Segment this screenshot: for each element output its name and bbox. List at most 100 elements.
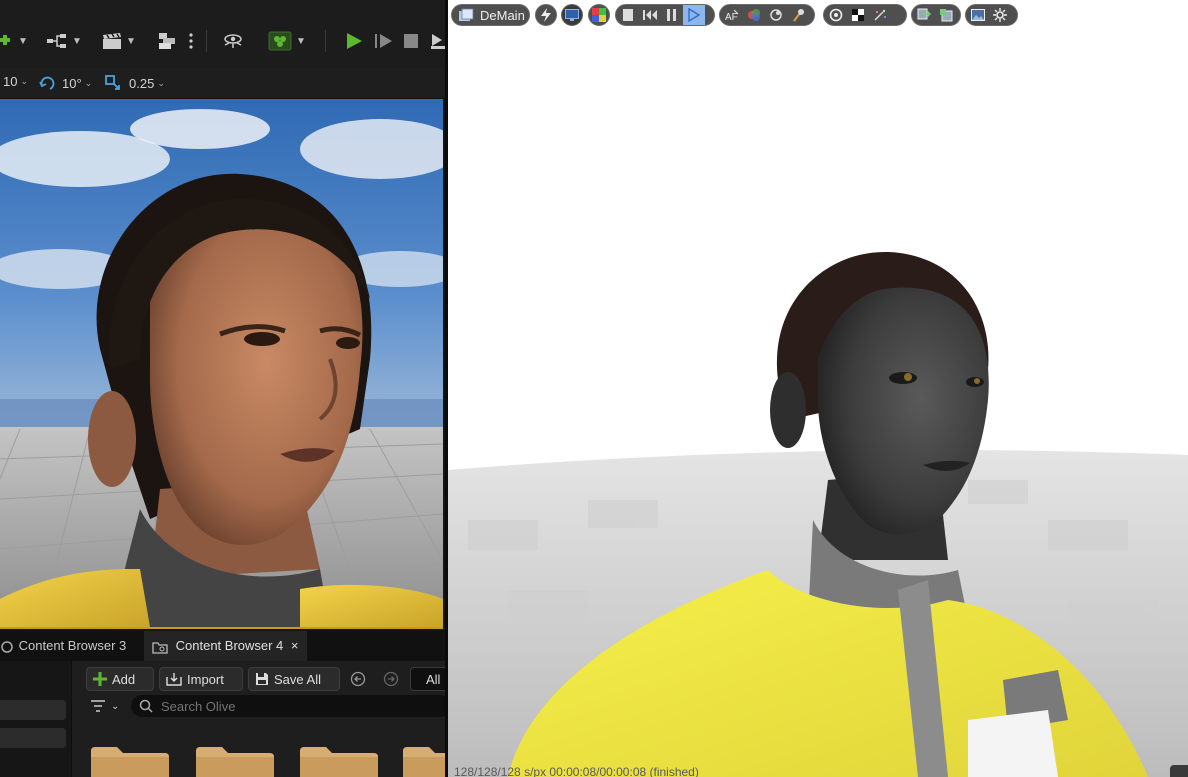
eject-icon (431, 34, 445, 49)
scale-snap-icon (105, 75, 120, 90)
chevron-down-icon: ⌄ (157, 77, 165, 88)
path-breadcrumb-all[interactable]: All (410, 667, 445, 691)
add-actor-icon (0, 35, 10, 45)
platforms-button[interactable]: ▼ (268, 28, 306, 54)
bucket-button[interactable] (869, 5, 891, 25)
path-label: All (426, 672, 441, 687)
play-icon (347, 33, 362, 49)
folder-icon[interactable] (196, 745, 274, 777)
lock-view-button[interactable] (825, 5, 847, 25)
chevron-down-icon: ⌄ (20, 76, 29, 86)
color-picker-button[interactable] (743, 5, 765, 25)
render-window-toolbar: DeMain AF (448, 0, 1188, 32)
more-options-button[interactable] (188, 28, 194, 54)
level-viewport[interactable] (0, 99, 443, 629)
folder-icon[interactable] (300, 745, 378, 777)
material-picker-button[interactable] (787, 5, 809, 25)
platforms-icon (268, 31, 292, 51)
chevron-down-icon: ⌄ (111, 700, 120, 712)
content-browser-icon (1, 640, 13, 653)
checker-button[interactable] (847, 5, 869, 25)
scale-snap-value: 0.25 (129, 75, 155, 91)
tab-content-browser-4[interactable]: Content Browser 4 × (144, 631, 307, 661)
render-settings-group: AF (719, 4, 815, 26)
sidebar-item[interactable] (0, 700, 66, 720)
chevron-down-icon: ⌄ (84, 77, 93, 88)
folder-icon[interactable] (403, 745, 445, 777)
color-button[interactable] (588, 4, 610, 26)
start-render-button[interactable] (683, 5, 705, 25)
window-icon (459, 8, 474, 21)
forward-button[interactable] (383, 671, 399, 692)
sparkle-icon (874, 9, 886, 21)
toolbar-divider (206, 30, 207, 52)
back-button[interactable] (350, 671, 366, 692)
gear-icon (993, 8, 1007, 22)
pause-button[interactable] (661, 5, 683, 25)
content-browser-tabs: Content Browser 3 Content Browser 4 × (0, 631, 445, 661)
auto-focus-button[interactable]: AF (721, 5, 743, 25)
stop-button[interactable] (404, 28, 418, 54)
rewind-button[interactable] (639, 5, 661, 25)
filter-dropdown[interactable]: ⌄ (90, 699, 119, 713)
window-title: DeMain (480, 7, 525, 23)
close-icon[interactable]: × (291, 638, 299, 653)
kebab-icon (189, 33, 193, 49)
corner-icon-button[interactable] (1170, 765, 1188, 777)
advance-frame-icon (375, 34, 392, 48)
blueprint-icon (47, 34, 66, 48)
search-input[interactable] (159, 697, 423, 715)
af-icon: AF (725, 9, 739, 22)
content-button[interactable] (157, 28, 177, 54)
save-all-button-label: Save All (274, 671, 321, 687)
cinematics-button[interactable]: ▼ (102, 28, 136, 54)
folder-icon[interactable] (91, 745, 169, 777)
eject-button[interactable] (428, 28, 445, 54)
modes-button[interactable] (221, 28, 245, 54)
render-status-text: 128/128/128 s/px 00:00:08/00:00:08 (fini… (454, 765, 699, 777)
color-wheel-icon (748, 9, 760, 21)
stop-render-button[interactable] (617, 5, 639, 25)
add-button[interactable]: Add (86, 667, 154, 691)
save-history-button[interactable] (913, 5, 935, 25)
rotation-snap-dropdown[interactable]: 10° ⌄ (38, 74, 92, 92)
main-toolbar: ▼ ▼ ▼ ▼ (0, 0, 445, 68)
advance-frame-button[interactable] (374, 28, 394, 54)
window-selector[interactable]: DeMain (451, 4, 530, 26)
viewport-scene (0, 99, 443, 627)
region-icon (770, 9, 782, 21)
content-browser-panel: Add Import Save All All ⌄ (0, 661, 445, 777)
rotation-snap-icon (39, 76, 55, 90)
forward-arrow-icon (383, 671, 399, 687)
render-window: DeMain AF 128/128/128 s/px 00:00:08/00:0… (448, 0, 1188, 777)
content-browser-sidebar (0, 661, 72, 777)
color-swatch-icon (592, 8, 606, 22)
output-group (965, 4, 1018, 26)
add-actor-button[interactable]: ▼ (0, 28, 28, 54)
region-button[interactable] (765, 5, 787, 25)
display-button[interactable] (561, 4, 583, 26)
play-button[interactable] (345, 28, 363, 54)
blueprint-button[interactable]: ▼ (46, 28, 82, 54)
ipr-button[interactable] (535, 4, 557, 26)
scale-snap-dropdown[interactable]: 0.25 ⌄ (104, 74, 165, 92)
lightning-icon (541, 8, 551, 22)
pause-icon (667, 9, 676, 21)
view-options-group (823, 4, 907, 26)
save-icon (256, 673, 268, 685)
toolbar-divider (325, 30, 326, 52)
tab-content-browser-3[interactable]: Content Browser 3 (0, 631, 134, 661)
grid-snap-dropdown[interactable]: 10 ⌄ (3, 74, 28, 89)
import-button[interactable]: Import (159, 667, 243, 691)
rewind-icon (643, 10, 657, 20)
sidebar-item[interactable] (0, 728, 66, 748)
chevron-down-icon: ▼ (126, 35, 136, 47)
save-image-button[interactable] (967, 5, 989, 25)
chevron-down-icon: ▼ (296, 35, 306, 47)
render-settings-button[interactable] (989, 5, 1011, 25)
load-history-button[interactable] (935, 5, 957, 25)
save-all-button[interactable]: Save All (248, 667, 340, 691)
playback-controls (615, 4, 715, 26)
tab-label: Content Browser 4 (175, 638, 284, 653)
rotation-snap-value: 10° (62, 75, 82, 91)
